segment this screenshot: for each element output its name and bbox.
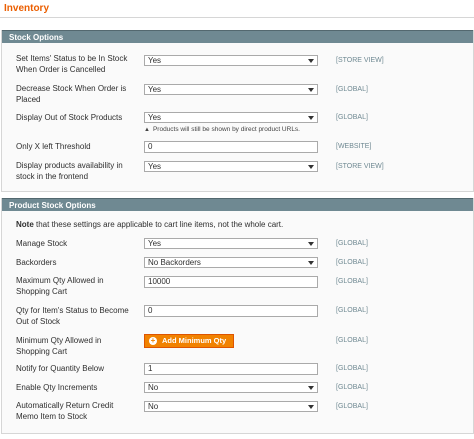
scope-label: [GLOBAL] [336,114,368,121]
cart-note: Note that these settings are applicable … [16,219,283,230]
chevron-down-icon [308,242,314,246]
add-minimum-qty-button[interactable]: + Add Minimum Qty [144,334,235,348]
stock-options-section: Stock Options Set Items' Status to be In… [1,30,474,192]
select-value: No [148,402,159,411]
scope-label: [STORE VIEW] [336,57,384,64]
scope-label: [GLOBAL] [336,384,368,391]
plus-icon: + [149,336,157,345]
field-label: Notify for Quantity Below [16,364,105,373]
product-stock-options-section: Product Stock Options Note that these se… [1,198,474,434]
chevron-down-icon [308,405,314,409]
scope-label: [GLOBAL] [336,240,368,247]
scope-label: [GLOBAL] [336,365,368,372]
note-bold: Note [16,220,34,229]
max-qty-input[interactable]: 10000 [144,276,318,288]
scope-label: [GLOBAL] [336,86,368,93]
display-out-of-stock-select[interactable]: Yes [144,112,318,123]
field-label: Enable Qty Increments [16,383,98,392]
scope-label: [STORE VIEW] [336,163,384,170]
scope-label: [GLOBAL] [336,403,368,410]
chevron-down-icon [308,386,314,390]
field-label: Manage Stock [16,239,68,248]
notify-qty-below-input[interactable]: 1 [144,363,318,375]
out-of-stock-threshold-input[interactable]: 0 [144,305,318,317]
field-label: Set Items' Status to be In Stock When Or… [16,54,128,74]
field-label: Minimum Qty Allowed in Shopping Cart [16,336,102,356]
scope-label: [GLOBAL] [336,278,368,285]
display-availability-select[interactable]: Yes [144,161,318,172]
in-stock-when-cancelled-select[interactable]: Yes [144,55,318,66]
field-label: Only X left Threshold [16,142,91,151]
field-note: ▲ Products will still be shown by direct … [144,125,300,135]
select-value: No Backorders [148,258,201,267]
only-x-left-threshold-input[interactable]: 0 [144,141,318,153]
chevron-down-icon [308,261,314,265]
manage-stock-select[interactable]: Yes [144,238,318,249]
backorders-select[interactable]: No Backorders [144,257,318,268]
warning-triangle-icon: ▲ [144,127,150,133]
scope-label: [WEBSITE] [336,143,372,150]
field-label: Qty for Item's Status to Become Out of S… [16,306,129,326]
page-title: Inventory [4,3,50,14]
field-label: Display Out of Stock Products [16,113,123,122]
scope-label: [GLOBAL] [336,259,368,266]
title-divider [0,17,474,18]
button-label: Add Minimum Qty [162,336,227,345]
select-value: Yes [148,239,162,248]
field-label: Maximum Qty Allowed in Shopping Cart [16,276,104,296]
decrease-stock-select[interactable]: Yes [144,84,318,95]
select-value: Yes [148,113,162,122]
chevron-down-icon [308,165,314,169]
select-value: No [148,383,159,392]
field-label: Display products availability in stock i… [16,161,123,181]
scope-label: [GLOBAL] [336,307,368,314]
select-value: Yes [148,162,162,171]
field-label: Backorders [16,258,57,267]
note-text: that these settings are applicable to ca… [33,220,284,229]
select-value: Yes [148,56,162,65]
return-credit-memo-select[interactable]: No [144,401,318,412]
select-value: Yes [148,85,162,94]
chevron-down-icon [308,88,314,92]
product-stock-options-header[interactable]: Product Stock Options [2,198,473,211]
enable-qty-increments-select[interactable]: No [144,382,318,393]
scope-label: [GLOBAL] [336,337,368,344]
chevron-down-icon [308,116,314,120]
stock-options-header[interactable]: Stock Options [2,30,473,43]
field-label: Decrease Stock When Order is Placed [16,84,127,104]
chevron-down-icon [308,59,314,63]
note-text: Products will still be shown by direct p… [152,126,300,133]
field-label: Automatically Return Credit Memo Item to… [16,401,114,421]
